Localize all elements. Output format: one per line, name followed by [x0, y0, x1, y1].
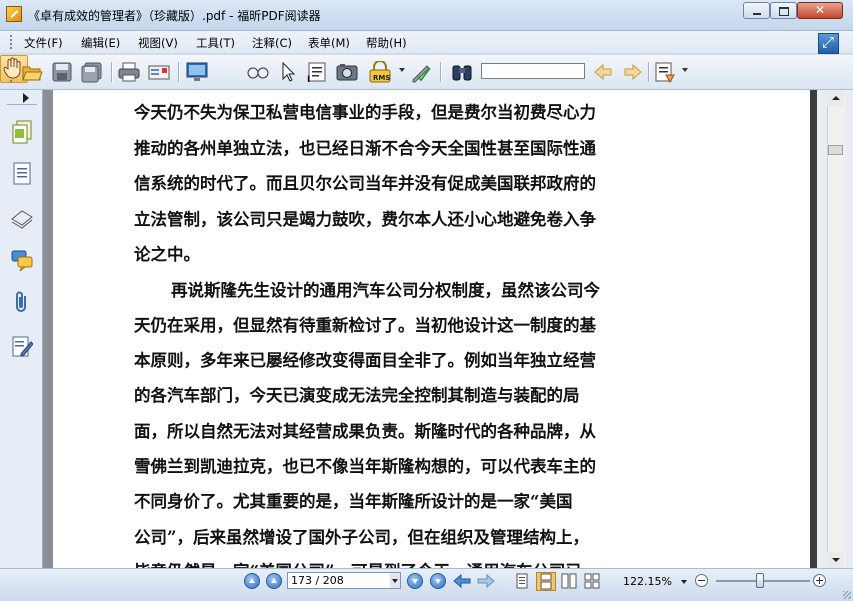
last-page-icon[interactable]: [430, 573, 446, 589]
snapshot-icon[interactable]: [336, 61, 358, 83]
menu-edit[interactable]: 编辑(E): [81, 35, 120, 51]
text-line: 推动的各州单独立法，也已经日渐不合今天全国性甚至国际性通: [134, 139, 596, 158]
vertical-scrollbar[interactable]: [817, 90, 853, 568]
panel-divider: [7, 104, 37, 105]
continuous-page-icon[interactable]: [536, 572, 556, 591]
single-page-icon[interactable]: [514, 573, 530, 589]
text-line: 公司”，后来虽然增设了国外子公司，但在组织及管理结构上，: [134, 528, 589, 547]
panel-expand-icon[interactable]: [23, 93, 29, 103]
email-icon[interactable]: [148, 61, 170, 83]
text-line: 今天仍不失为保卫私营电信事业的手段，但是费尔当初费尽心力: [134, 103, 596, 122]
foxit-app-icon[interactable]: [6, 6, 22, 22]
toolbar-separator: [178, 62, 179, 82]
rms-label: RMS: [373, 74, 390, 82]
zoom-level[interactable]: 122.15%: [623, 575, 672, 588]
toolbar-separator: [111, 62, 112, 82]
comments-icon[interactable]: [11, 248, 33, 272]
highlight-dropdown-icon[interactable]: [682, 68, 688, 72]
find-next-icon[interactable]: [622, 61, 644, 83]
highlight-icon[interactable]: [654, 61, 676, 83]
navigation-panel: [0, 90, 43, 568]
signatures-icon[interactable]: [11, 334, 33, 358]
history-back-icon[interactable]: [453, 573, 471, 589]
prev-page-icon[interactable]: [266, 573, 282, 589]
rms-lock-icon[interactable]: RMS: [367, 61, 393, 83]
scroll-thumb[interactable]: [828, 145, 843, 155]
menu-grip-icon[interactable]: [10, 35, 15, 49]
scroll-up-icon[interactable]: [827, 90, 844, 106]
open-icon[interactable]: [21, 61, 43, 83]
text-line: 本原则，多年来已屡经修改变得面目全非了。例如当年独立经营: [134, 351, 596, 370]
zoom-out-icon[interactable]: [695, 574, 708, 587]
text-line: 雪佛兰到凯迪拉克，也已不像当年斯隆构想的，可以代表车主的: [134, 457, 596, 476]
continuous-facing-icon[interactable]: [584, 573, 600, 589]
text-line: 的各汽车部门，今天已演变成无法完全控制其制造与装配的局: [134, 386, 580, 405]
facing-pages-icon[interactable]: [561, 573, 577, 589]
menu-forms[interactable]: 表单(M): [308, 35, 350, 51]
maximize-button[interactable]: [770, 2, 797, 19]
title-bar: 《卓有成效的管理者》（珍藏版）.pdf - 福昕PDF阅读器: [0, 0, 853, 31]
bookmarks-icon[interactable]: [11, 162, 33, 186]
menu-help[interactable]: 帮助(H): [366, 35, 407, 51]
pages-icon[interactable]: [11, 120, 33, 144]
scroll-track[interactable]: [827, 90, 845, 568]
pdf-page[interactable]: 今天仍不失为保卫私营电信事业的手段，但是费尔当初费尽心力 推动的各州单独立法，也…: [53, 90, 811, 568]
zoom-slider-thumb[interactable]: [756, 573, 765, 588]
find-input[interactable]: [481, 63, 585, 79]
menu-comments[interactable]: 注释(C): [252, 35, 292, 51]
document-viewport[interactable]: 今天仍不失为保卫私营电信事业的手段，但是费尔当初费尽心力 推动的各州单独立法，也…: [43, 90, 817, 568]
text-line: 面，所以自然无法对其经营成果负责。斯隆时代的各种品牌，从: [134, 422, 596, 441]
close-button[interactable]: [797, 2, 843, 19]
text-line: 不同身价了。尤其重要的是，当年斯隆所设计的是一家“美国: [134, 492, 573, 511]
print-icon[interactable]: [118, 61, 140, 83]
find-prev-icon[interactable]: [592, 61, 614, 83]
zoom-dropdown-icon[interactable]: [681, 580, 687, 584]
first-page-icon[interactable]: [244, 573, 260, 589]
history-forward-icon[interactable]: [477, 573, 495, 589]
menu-view[interactable]: 视图(V): [138, 35, 178, 51]
toolbar-separator: [440, 62, 441, 82]
zoom-loupe-icon[interactable]: [247, 61, 269, 83]
fullscreen-icon[interactable]: [186, 61, 208, 83]
minimize-button[interactable]: [743, 2, 770, 19]
status-bar: [0, 568, 853, 601]
resize-grip-icon[interactable]: [843, 591, 851, 599]
svg-text:I: I: [307, 75, 310, 83]
text-line: 立法管制，该公司只是竭力鼓吹，费尔本人还小心地避免卷入争: [134, 210, 596, 229]
text-line: 毕竟仍然是一家“美国公司”，可是到了今天，通用汽车公司已: [134, 558, 582, 568]
expand-window-icon[interactable]: [818, 33, 839, 54]
toolbar: I RMS: [0, 55, 853, 90]
window-title: 《卓有成效的管理者》（珍藏版）.pdf - 福昕PDF阅读器: [28, 9, 321, 23]
text-line: 信系统的时代了。而且贝尔公司当年并没有促成美国联邦政府的: [134, 174, 596, 193]
layers-icon[interactable]: [11, 205, 33, 229]
select-arrow-icon[interactable]: [277, 61, 299, 83]
text-line: 天仍在采用，但显然有待重新检讨了。当初他设计这一制度的基: [134, 316, 596, 335]
menu-tools[interactable]: 工具(T): [196, 35, 235, 51]
hand-tool-icon: [3, 57, 21, 79]
page-dropdown-icon[interactable]: [390, 573, 400, 588]
scroll-down-icon[interactable]: [827, 552, 844, 568]
rms-dropdown-icon[interactable]: [399, 68, 405, 72]
menu-file[interactable]: 文件(F): [24, 35, 63, 51]
text-line: 再说斯隆先生设计的通用汽车公司分权制度，虽然该公司今: [171, 281, 600, 300]
text-line: 论之中。: [134, 245, 200, 264]
save-as-icon[interactable]: [81, 61, 103, 83]
attachments-icon[interactable]: [11, 290, 33, 314]
text-select-icon[interactable]: I: [306, 61, 328, 83]
page-edge: [810, 90, 817, 568]
page-number-input[interactable]: 173 / 208: [287, 572, 401, 589]
save-icon[interactable]: [51, 61, 73, 83]
find-binoculars-icon[interactable]: [451, 61, 473, 83]
toolbar-separator: [648, 62, 649, 82]
zoom-in-icon[interactable]: [813, 574, 826, 587]
menu-bar: 文件(F) 编辑(E) 视图(V) 工具(T) 注释(C) 表单(M) 帮助(H…: [0, 31, 853, 53]
next-page-icon[interactable]: [407, 573, 423, 589]
sign-icon[interactable]: [410, 61, 432, 83]
